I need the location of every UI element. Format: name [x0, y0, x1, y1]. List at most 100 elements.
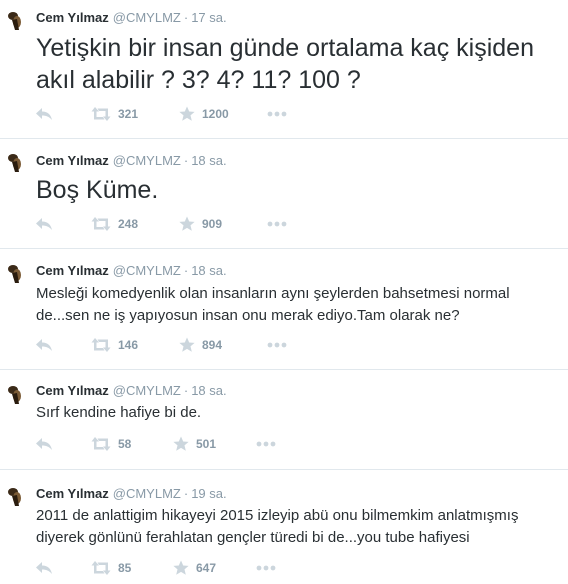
- reply-button[interactable]: [36, 104, 52, 124]
- timestamp[interactable]: 19 sa.: [191, 486, 226, 501]
- tweet-actions: 58 501: [36, 434, 556, 454]
- retweet-count: 248: [118, 217, 139, 231]
- retweet-icon: [91, 338, 111, 352]
- favorite-button[interactable]: 647: [173, 558, 216, 578]
- star-icon: [179, 216, 195, 231]
- retweet-count: 321: [118, 107, 139, 121]
- author-name[interactable]: Cem Yılmaz: [36, 153, 109, 168]
- star-icon: [173, 560, 189, 575]
- retweet-count: 85: [118, 561, 132, 575]
- author-handle[interactable]: @CMYLMZ: [113, 263, 181, 278]
- tweet-text: 2011 de anlattigim hikayeyi 2015 izleyip…: [36, 507, 519, 546]
- tweet-header: Cem Yılmaz @CMYLMZ · 18 sa.: [36, 382, 227, 400]
- retweet-icon: [91, 217, 111, 231]
- avatar[interactable]: [6, 263, 26, 283]
- reply-button[interactable]: [36, 558, 52, 578]
- reply-icon: [36, 339, 52, 351]
- author-handle[interactable]: @CMYLMZ: [113, 383, 181, 398]
- tweet-header: Cem Yılmaz @CMYLMZ · 19 sa.: [36, 485, 227, 503]
- more-button[interactable]: [256, 558, 276, 578]
- retweet-button[interactable]: 85: [91, 558, 131, 578]
- more-dots-icon: [267, 111, 287, 117]
- favorite-button[interactable]: 894: [179, 335, 222, 355]
- more-dots-icon: [267, 221, 287, 227]
- tweet[interactable]: Cem Yılmaz @CMYLMZ · 17 sa. Yetişkin bir in…: [0, 0, 568, 138]
- more-dots-icon: [256, 565, 276, 571]
- author-handle[interactable]: @CMYLMZ: [113, 10, 181, 25]
- reply-icon: [36, 438, 52, 450]
- avatar[interactable]: [6, 384, 26, 404]
- favorite-button[interactable]: 909: [179, 214, 222, 234]
- avatar-image: [6, 486, 26, 506]
- more-button[interactable]: [267, 104, 287, 124]
- reply-button[interactable]: [36, 214, 52, 234]
- favorite-count: 1200: [202, 107, 229, 121]
- favorite-button[interactable]: 1200: [179, 104, 229, 124]
- retweet-button[interactable]: 248: [91, 214, 138, 234]
- author-handle[interactable]: @CMYLMZ: [113, 486, 181, 501]
- favorite-count: 909: [202, 217, 223, 231]
- favorite-count: 501: [196, 437, 217, 451]
- avatar-image: [6, 384, 26, 404]
- retweet-count: 58: [118, 437, 132, 451]
- author-name[interactable]: Cem Yılmaz: [36, 383, 109, 398]
- avatar[interactable]: [6, 152, 26, 172]
- tweet-actions: 248 909: [36, 214, 556, 234]
- reply-button[interactable]: [36, 434, 52, 454]
- star-icon: [179, 106, 195, 121]
- tweet-text: Yetişkin bir insan günde ortalama kaç ki…: [36, 34, 534, 94]
- retweet-count: 146: [118, 338, 139, 352]
- tweet[interactable]: Cem Yılmaz @CMYLMZ · 18 sa. Mesleği komedye…: [0, 249, 568, 369]
- retweet-button[interactable]: 58: [91, 434, 131, 454]
- separator: ·: [183, 383, 189, 398]
- tweet-actions: 321 1200: [36, 104, 556, 124]
- tweet-header: Cem Yılmaz @CMYLMZ · 18 sa.: [36, 262, 227, 280]
- author-name[interactable]: Cem Yılmaz: [36, 263, 109, 278]
- favorite-count: 647: [196, 561, 217, 575]
- more-button[interactable]: [256, 434, 276, 454]
- more-dots-icon: [267, 342, 287, 348]
- separator: ·: [183, 153, 189, 168]
- tweet[interactable]: Cem Yılmaz @CMYLMZ · 18 sa. Sırf kendine ha…: [0, 370, 568, 469]
- avatar[interactable]: [6, 486, 26, 506]
- author-name[interactable]: Cem Yılmaz: [36, 10, 109, 25]
- more-button[interactable]: [267, 214, 287, 234]
- star-icon: [179, 337, 195, 352]
- retweet-icon: [91, 561, 111, 575]
- more-button[interactable]: [267, 335, 287, 355]
- timestamp[interactable]: 17 sa.: [191, 10, 226, 25]
- author-name[interactable]: Cem Yılmaz: [36, 486, 109, 501]
- tweet-header: Cem Yılmaz @CMYLMZ · 18 sa.: [36, 152, 227, 170]
- reply-icon: [36, 218, 52, 230]
- avatar-image: [6, 152, 26, 172]
- star-icon: [173, 436, 189, 451]
- favorite-button[interactable]: 501: [173, 434, 216, 454]
- avatar[interactable]: [6, 10, 26, 30]
- favorite-count: 894: [202, 338, 223, 352]
- reply-button[interactable]: [36, 335, 52, 355]
- retweet-button[interactable]: 146: [91, 335, 138, 355]
- retweet-icon: [91, 437, 111, 451]
- more-dots-icon: [256, 441, 276, 447]
- reply-icon: [36, 108, 52, 120]
- avatar-image: [6, 10, 26, 30]
- tweet-actions: 85 647: [36, 558, 556, 578]
- retweet-icon: [91, 107, 111, 121]
- timestamp[interactable]: 18 sa.: [191, 383, 226, 398]
- retweet-button[interactable]: 321: [91, 104, 138, 124]
- separator: ·: [183, 263, 189, 278]
- timestamp[interactable]: 18 sa.: [191, 153, 226, 168]
- separator: ·: [183, 10, 189, 25]
- separator: ·: [183, 486, 189, 501]
- timestamp[interactable]: 18 sa.: [191, 263, 226, 278]
- tweet-text: Sırf kendine hafiye bi de.: [36, 404, 202, 421]
- author-handle[interactable]: @CMYLMZ: [113, 153, 181, 168]
- avatar-image: [6, 263, 26, 283]
- tweet-actions: 146 894: [36, 335, 556, 355]
- tweet-text: Mesleği komedyenlik olan insanların aynı…: [36, 285, 510, 324]
- tweet-text: Boş Küme.: [36, 176, 159, 204]
- tweet[interactable]: Cem Yılmaz @CMYLMZ · 18 sa. Boş Küme. 248 9…: [0, 139, 568, 248]
- tweet-header: Cem Yılmaz @CMYLMZ · 17 sa.: [36, 9, 227, 27]
- reply-icon: [36, 562, 52, 574]
- tweet[interactable]: Cem Yılmaz @CMYLMZ · 19 sa. 2011 de anlatti…: [0, 470, 568, 584]
